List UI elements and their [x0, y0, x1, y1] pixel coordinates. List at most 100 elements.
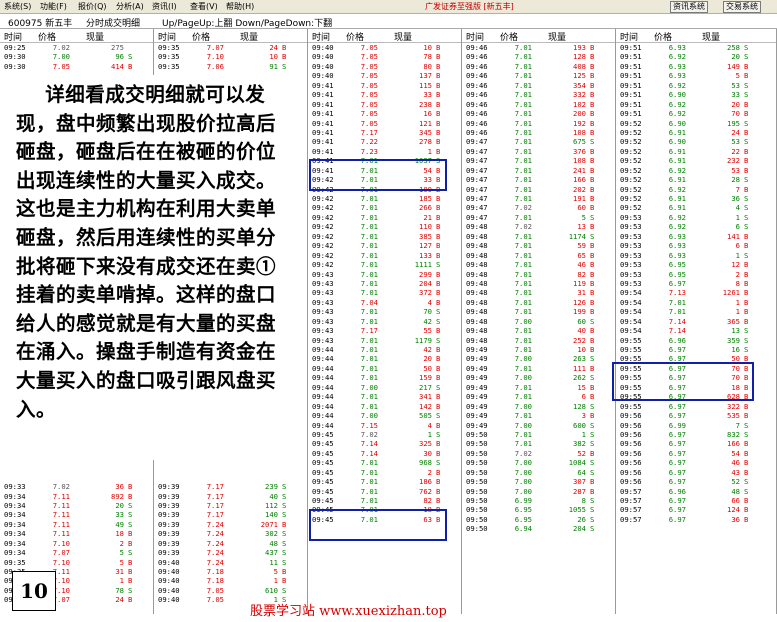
trade-row: 09:49 7.01 15 B	[462, 383, 615, 392]
menu-help[interactable]: 帮助(H)	[226, 1, 254, 12]
trade-time: 09:51	[620, 109, 642, 119]
trade-volume: 36	[731, 514, 740, 524]
trade-direction: S	[282, 500, 287, 510]
trade-row: 09:40 7.24 11 S	[154, 558, 307, 567]
trade-price: 7.11	[52, 510, 70, 520]
stock-info-bar: 600975 新五丰 分时成交明细 Up/PageUp:上翻 Down/Page…	[0, 14, 777, 29]
trade-price: 7.07	[206, 43, 224, 52]
trade-time: 09:55	[620, 354, 642, 364]
trade-direction: B	[436, 241, 441, 251]
trade-volume: 30	[423, 448, 432, 458]
header-time: 时间	[466, 33, 485, 43]
trade-direction: B	[436, 184, 441, 194]
trade-direction: S	[590, 524, 595, 534]
trade-price: 6.91	[668, 127, 686, 137]
trade-direction: S	[744, 80, 749, 90]
trade-row: 09:43 7.01 204 B	[308, 279, 461, 288]
menu-quote[interactable]: 报价(Q)	[78, 1, 107, 12]
column-header: 时间 价格 现量	[154, 29, 307, 43]
trade-price: 6.91	[668, 203, 686, 213]
trade-time: 09:47	[466, 165, 488, 175]
trade-volume: 133	[419, 250, 432, 260]
trade-system-button[interactable]: 交易系统	[723, 1, 761, 13]
trade-time: 09:56	[620, 467, 642, 477]
trade-volume: 43	[731, 467, 740, 477]
menu-news[interactable]: 资讯(I)	[152, 1, 177, 12]
trade-volume: 70	[731, 109, 740, 119]
trade-direction: B	[436, 80, 441, 90]
trade-direction: B	[744, 439, 749, 449]
trade-direction: B	[744, 109, 749, 119]
trade-direction: S	[436, 458, 441, 468]
trade-price: 7.01	[360, 165, 378, 175]
trade-row: 09:48 7.01 252 B	[462, 336, 615, 345]
trade-price: 7.10	[52, 557, 70, 567]
trade-volume: 195	[727, 118, 740, 128]
trade-row: 09:42 7.01 185 B	[308, 194, 461, 203]
trade-price: 7.01	[514, 146, 532, 156]
trade-volume: 2	[735, 269, 740, 279]
trade-direction: B	[744, 241, 749, 251]
header-volume: 现量	[394, 33, 413, 43]
trade-row: 09:46 7.01 193 B	[462, 43, 615, 52]
trade-direction: B	[590, 203, 595, 213]
trade-price: 7.01	[360, 203, 378, 213]
menu-view[interactable]: 查看(V)	[190, 1, 218, 12]
trade-time: 09:39	[158, 500, 180, 510]
menu-analysis[interactable]: 分析(A)	[116, 1, 144, 12]
trade-direction: B	[436, 203, 441, 213]
trade-volume: 610	[265, 585, 278, 595]
header-time: 时间	[620, 33, 639, 43]
trade-time: 09:25	[4, 43, 26, 52]
trade-volume: 31	[115, 567, 124, 577]
trade-price: 7.01	[360, 496, 378, 505]
trade-column-4[interactable]: 时间 价格 现量 09:46 7.01 193 B 09:46 7.01 128 B 09:46 7.0…	[462, 29, 616, 614]
trade-time: 09:45	[312, 458, 334, 468]
trade-price: 7.11	[52, 500, 70, 510]
trade-volume: 628	[727, 392, 740, 402]
menu-function[interactable]: 功能(F)	[40, 1, 67, 12]
trade-volume: 33	[731, 90, 740, 100]
trade-volume: 238	[419, 99, 432, 109]
trade-time: 09:48	[466, 269, 488, 279]
trade-direction: S	[590, 401, 595, 411]
trade-price: 7.17	[206, 482, 224, 492]
trade-price: 6.97	[668, 363, 686, 373]
trade-column-3[interactable]: 时间 价格 现量 09:40 7.05 10 B 09:40 7.05 78 B 09:40 7.05 8…	[308, 29, 462, 614]
trade-price: 6.90	[668, 118, 686, 128]
trade-price: 6.97	[668, 345, 686, 354]
trade-row: 09:44 7.01 142 B	[308, 402, 461, 411]
trade-volume: 78	[115, 585, 124, 595]
trade-row: 09:49 7.00 262 S	[462, 373, 615, 382]
trade-volume: 46	[731, 458, 740, 468]
trade-direction: S	[744, 222, 749, 232]
trade-row: 09:39 7.24 48 S	[154, 539, 307, 548]
trade-time: 09:54	[620, 297, 642, 307]
trade-direction: B	[590, 326, 595, 336]
trade-direction: S	[590, 496, 595, 505]
header-price: 价格	[500, 33, 519, 43]
trade-volume: 36	[115, 482, 124, 492]
trade-row: 09:45 7.01 968 S	[308, 458, 461, 467]
trade-volume: 149	[727, 61, 740, 71]
trade-direction: B	[590, 109, 595, 119]
trade-row: 09:42 7.01 33 B	[308, 175, 461, 184]
trade-volume: 12	[731, 260, 740, 270]
trade-row: 09:34 7.11 18 B	[0, 529, 153, 538]
trade-price: 7.05	[360, 118, 378, 128]
menu-system[interactable]: 系统(S)	[4, 1, 31, 12]
trade-time: 09:44	[312, 354, 334, 364]
trade-time: 09:42	[312, 175, 334, 185]
trade-direction: B	[128, 491, 133, 501]
news-system-button[interactable]: 资讯系统	[670, 1, 708, 13]
trade-column-5[interactable]: 时间 价格 现量 09:51 6.93 258 S 09:51 6.92 20 S 09:51 6.93…	[616, 29, 777, 614]
trade-direction: S	[282, 529, 287, 539]
trade-price: 7.24	[206, 557, 224, 567]
trade-price: 7.24	[206, 529, 224, 539]
trade-time: 09:51	[620, 90, 642, 100]
trade-price: 7.17	[360, 127, 378, 137]
trade-price: 6.99	[514, 496, 532, 505]
trade-price: 7.01	[360, 335, 378, 345]
trade-volume: 21	[423, 212, 432, 222]
trade-direction: B	[436, 505, 441, 515]
